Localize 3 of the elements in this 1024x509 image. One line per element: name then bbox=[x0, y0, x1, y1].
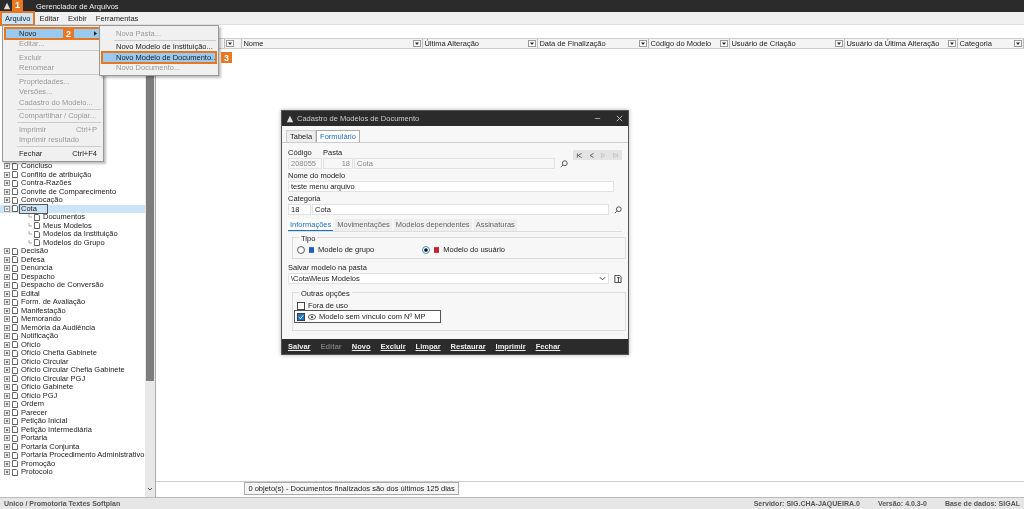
step-badge: 3 bbox=[221, 52, 232, 63]
step-badge: 1 bbox=[12, 0, 23, 11]
step-badge: 2 bbox=[63, 28, 74, 39]
